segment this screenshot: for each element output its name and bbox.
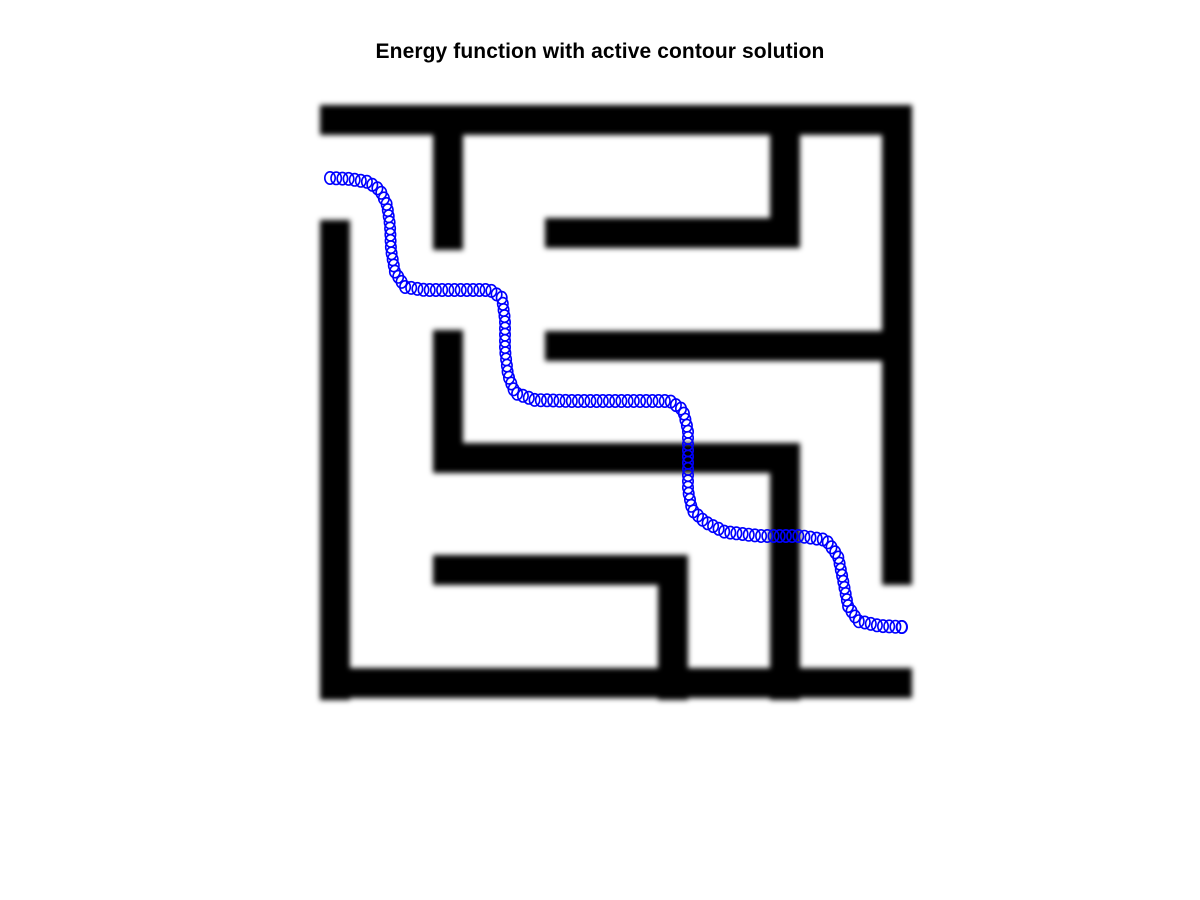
figure: Energy function with active contour solu… [0, 0, 1200, 900]
contour-marker [423, 282, 436, 297]
contour-marker [584, 393, 597, 408]
contour-marker [755, 528, 768, 543]
energy-maze-plot [320, 105, 912, 700]
contour-marker [442, 282, 455, 297]
contour-marker [590, 393, 603, 408]
contour-marker [621, 393, 634, 408]
contour-marker [571, 393, 584, 408]
contour-marker [615, 393, 628, 408]
contour-marker [460, 282, 473, 297]
contour-marker [436, 282, 449, 297]
contour-marker [596, 393, 609, 408]
contour-marker [454, 282, 467, 297]
contour-marker [609, 393, 622, 408]
contour-marker [646, 393, 659, 408]
contour-marker [578, 393, 591, 408]
contour-marker [448, 282, 461, 297]
contour-marker [652, 393, 665, 408]
contour-marker [640, 393, 653, 408]
contour-marker [467, 282, 480, 297]
contour-marker [473, 282, 486, 297]
contour-marker [602, 393, 615, 408]
contour-marker [565, 393, 578, 408]
contour-marker [633, 393, 646, 408]
contour-marker [429, 282, 442, 297]
contour-marker [627, 393, 640, 408]
contour-marker [895, 619, 908, 634]
